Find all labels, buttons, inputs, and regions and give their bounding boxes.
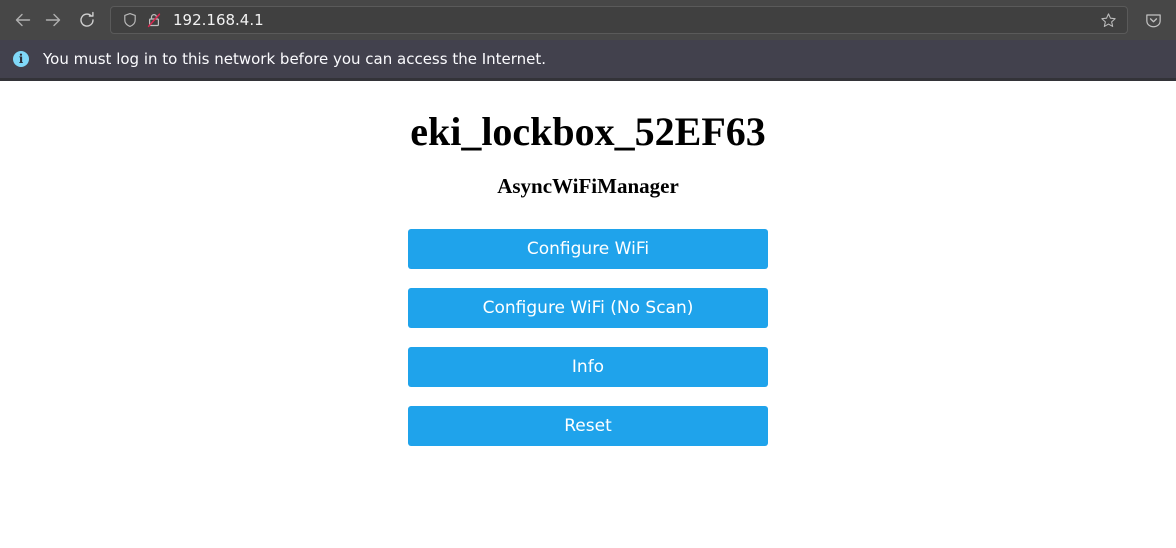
configure-wifi-button[interactable]: Configure WiFi xyxy=(408,229,768,270)
back-arrow-icon xyxy=(15,13,31,27)
shield-icon[interactable] xyxy=(119,9,141,31)
reload-button[interactable] xyxy=(72,5,102,35)
bookmark-star-icon[interactable] xyxy=(1095,7,1121,33)
page-subtitle: AsyncWiFiManager xyxy=(497,174,679,198)
forward-arrow-icon xyxy=(45,13,61,27)
configure-wifi-no-scan-button[interactable]: Configure WiFi (No Scan) xyxy=(408,288,768,329)
back-button[interactable] xyxy=(8,5,38,35)
reset-button[interactable]: Reset xyxy=(408,406,768,447)
content-column: eki_lockbox_52EF63 AsyncWiFiManager Conf… xyxy=(408,109,768,447)
url-text[interactable]: 192.168.4.1 xyxy=(173,6,1095,34)
info-button[interactable]: Info xyxy=(408,347,768,388)
padlock-slashed-glyph xyxy=(147,13,161,28)
lock-insecure-icon[interactable] xyxy=(143,9,165,31)
save-to-pocket-button[interactable] xyxy=(1138,5,1168,35)
notification-message: You must log in to this network before y… xyxy=(43,50,547,68)
network-login-notification-bar: i You must log in to this network before… xyxy=(0,40,1176,81)
page-title: eki_lockbox_52EF63 xyxy=(410,109,766,154)
forward-button[interactable] xyxy=(38,5,68,35)
star-glyph xyxy=(1100,12,1116,27)
reload-icon xyxy=(80,11,94,27)
shield-glyph xyxy=(124,13,136,27)
info-icon: i xyxy=(13,51,29,67)
address-bar[interactable]: 192.168.4.1 xyxy=(110,6,1128,34)
browser-toolbar: 192.168.4.1 xyxy=(0,0,1176,40)
action-button-list: Configure WiFi Configure WiFi (No Scan) … xyxy=(408,229,768,447)
page-content: eki_lockbox_52EF63 AsyncWiFiManager Conf… xyxy=(0,81,1176,545)
pocket-icon xyxy=(1145,13,1161,27)
